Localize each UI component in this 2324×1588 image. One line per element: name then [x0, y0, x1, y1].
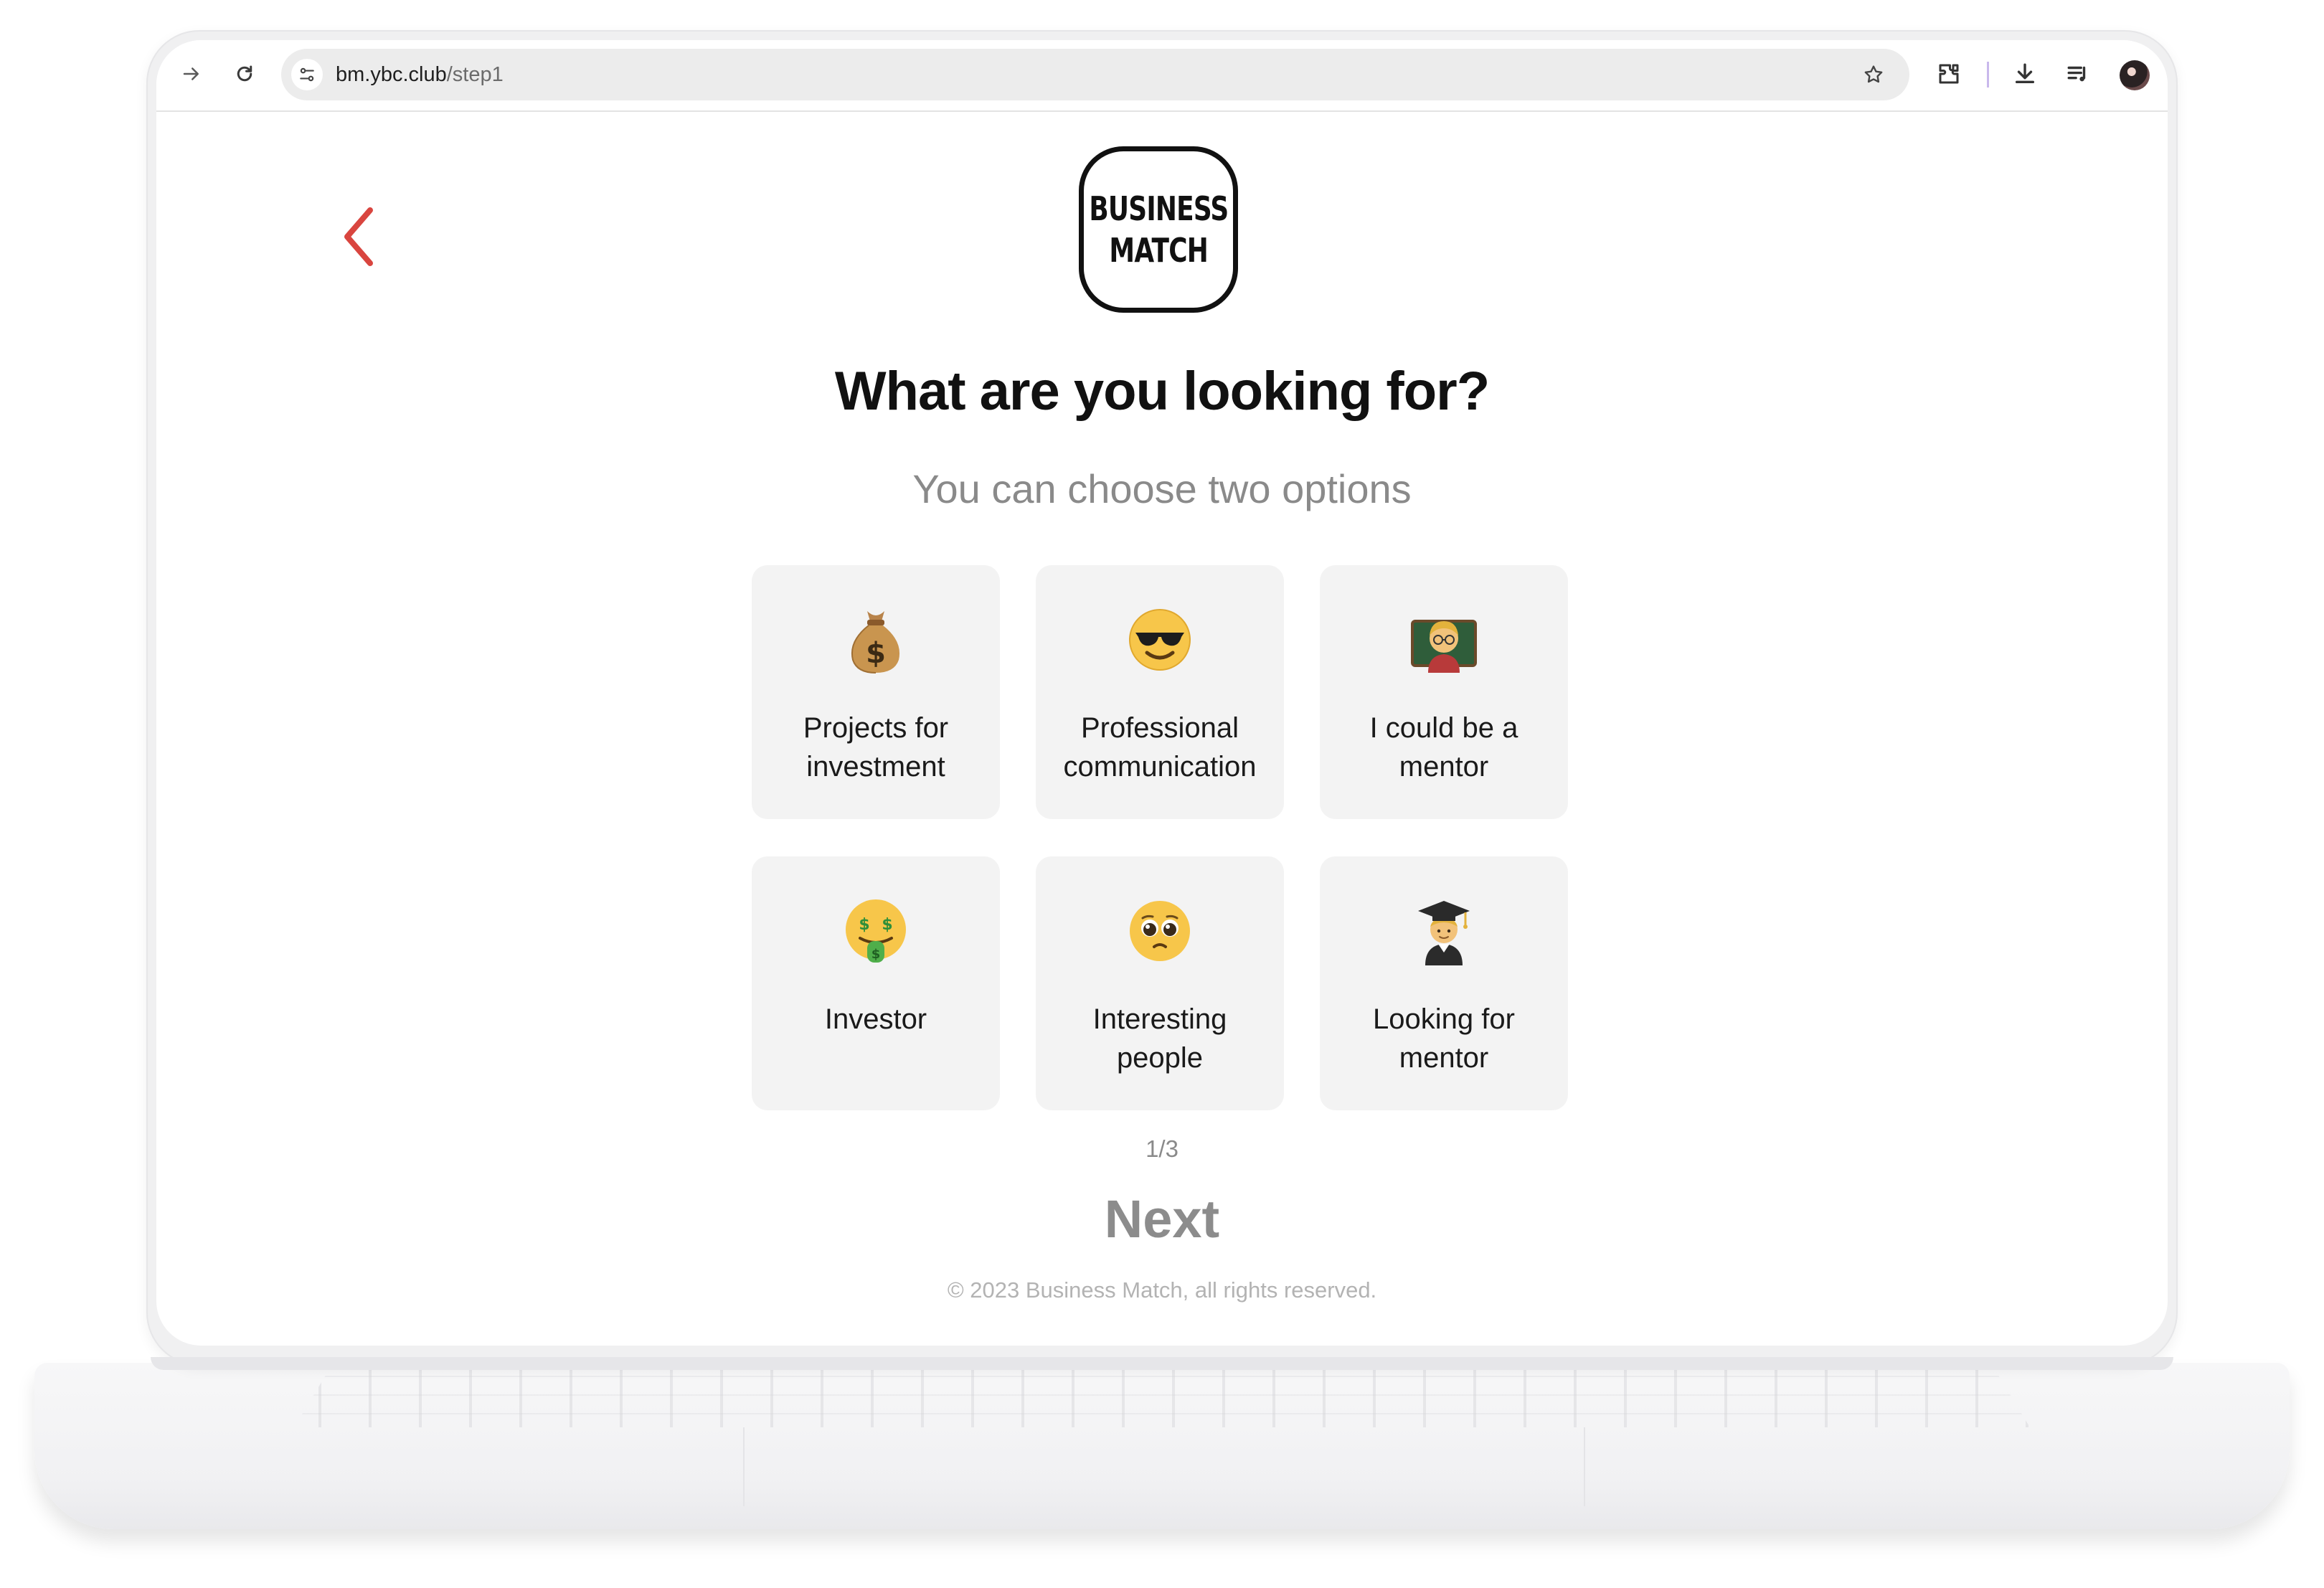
- browser-window: bm.ybc.club/step1 BUSINESS MATCH What ar…: [156, 40, 2168, 1346]
- next-button[interactable]: Next: [1076, 1179, 1248, 1258]
- svg-text:$: $: [882, 916, 892, 934]
- money-bag-icon: $: [839, 602, 913, 677]
- step-indicator: 1/3: [1146, 1135, 1178, 1162]
- svg-text:$: $: [866, 637, 886, 670]
- student-icon: [1407, 894, 1481, 968]
- url-domain: bm.ybc.club: [336, 63, 447, 86]
- bookmark-star-icon[interactable]: [1859, 60, 1888, 89]
- toolbar-divider: [1987, 62, 1989, 88]
- svg-text:$: $: [872, 947, 881, 962]
- downloads-icon[interactable]: [2008, 57, 2041, 90]
- option-label: Projects for investment: [803, 712, 949, 783]
- option-projects-for-investment[interactable]: $ Projects for investment: [752, 565, 1000, 819]
- browser-toolbar: bm.ybc.club/step1: [156, 40, 2168, 112]
- option-interesting-people[interactable]: Interesting people: [1036, 856, 1284, 1110]
- laptop-hinge: [151, 1357, 2173, 1370]
- site-settings-icon[interactable]: [291, 59, 323, 90]
- options-grid: $ Projects for investment Professional c…: [752, 565, 1574, 1110]
- laptop-mockup: bm.ybc.club/step1 BUSINESS MATCH What ar…: [0, 0, 2324, 1588]
- extensions-icon[interactable]: [1932, 57, 1965, 90]
- option-looking-for-mentor[interactable]: Looking for mentor: [1320, 856, 1568, 1110]
- teacher-icon: [1407, 602, 1481, 677]
- logo-line-2: MATCH: [1109, 231, 1208, 270]
- money-mouth-face-icon: $ $ $: [839, 894, 913, 968]
- option-label: Professional communication: [1063, 712, 1257, 783]
- option-label: Investor: [824, 1003, 927, 1035]
- logo-line-1: BUSINESS: [1088, 189, 1229, 228]
- laptop-keyboard: [294, 1370, 2030, 1427]
- address-bar[interactable]: bm.ybc.club/step1: [281, 49, 1909, 100]
- forward-icon[interactable]: [175, 57, 208, 90]
- page-title: What are you looking for?: [834, 361, 1490, 422]
- option-label: I could be a mentor: [1369, 712, 1518, 783]
- page-subtitle: You can choose two options: [912, 466, 1412, 511]
- reading-list-icon[interactable]: [2061, 57, 2094, 90]
- chevron-left-icon: [344, 207, 373, 266]
- laptop-trackpad: [743, 1427, 1585, 1506]
- option-label: Looking for mentor: [1373, 1003, 1515, 1074]
- footer-copyright: © 2023 Business Match, all rights reserv…: [947, 1277, 1377, 1303]
- url-text[interactable]: bm.ybc.club/step1: [336, 61, 504, 88]
- reload-icon[interactable]: [228, 57, 261, 90]
- profile-avatar[interactable]: [2120, 60, 2150, 90]
- business-match-logo: BUSINESS MATCH: [1079, 146, 1238, 313]
- option-professional-communication[interactable]: Professional communication: [1036, 565, 1284, 819]
- option-investor[interactable]: $ $ $ Investor: [752, 856, 1000, 1110]
- smiling-face-with-sunglasses-icon: [1123, 602, 1197, 677]
- svg-text:$: $: [859, 916, 869, 934]
- pleading-face-icon: [1123, 894, 1197, 968]
- option-label: Interesting people: [1092, 1003, 1227, 1074]
- url-path: /step1: [446, 63, 504, 86]
- option-i-could-be-a-mentor[interactable]: I could be a mentor: [1320, 565, 1568, 819]
- back-button[interactable]: [336, 202, 382, 271]
